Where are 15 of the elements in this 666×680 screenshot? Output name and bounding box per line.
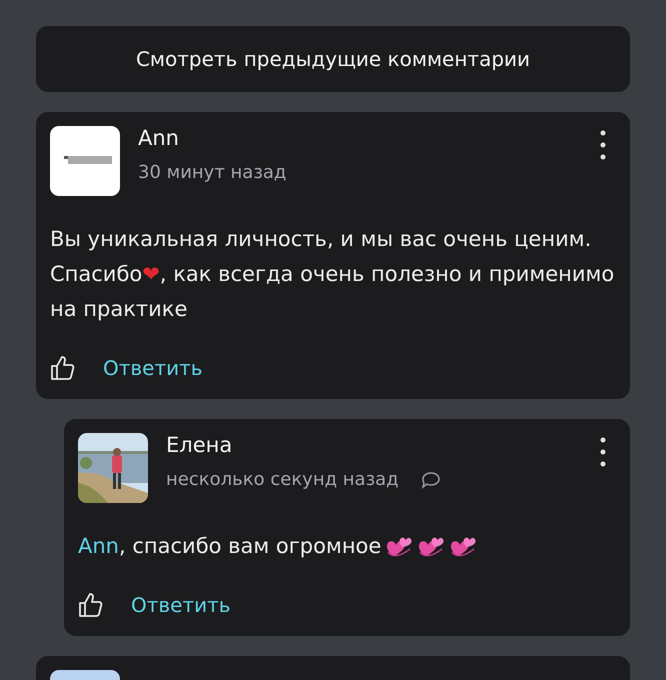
- comment-text: Ann, спасибо вам огромное: [78, 533, 382, 560]
- thumbs-up-icon[interactable]: [78, 592, 103, 618]
- thumbs-up-icon[interactable]: [50, 355, 75, 381]
- comment-time: 30 минут назад: [138, 162, 286, 183]
- more-icon[interactable]: [600, 437, 606, 467]
- load-more-button[interactable]: Смотреть предыдущие комментарии: [36, 26, 630, 92]
- comment-time: несколько секунд назад: [166, 469, 399, 490]
- mention-link[interactable]: Ann: [78, 534, 119, 558]
- reply-link[interactable]: Ответить: [103, 356, 203, 380]
- author-name: Елена: [166, 433, 232, 457]
- comment-text: Вы уникальная личность, и мы вас очень ценим. Спасибо❤, как всегда очень полезно и применимо на практике: [50, 226, 616, 323]
- avatar-logo: [50, 126, 120, 196]
- reply-link[interactable]: Ответить: [131, 593, 231, 617]
- author-name: Ann: [138, 126, 179, 150]
- more-icon[interactable]: [600, 130, 606, 160]
